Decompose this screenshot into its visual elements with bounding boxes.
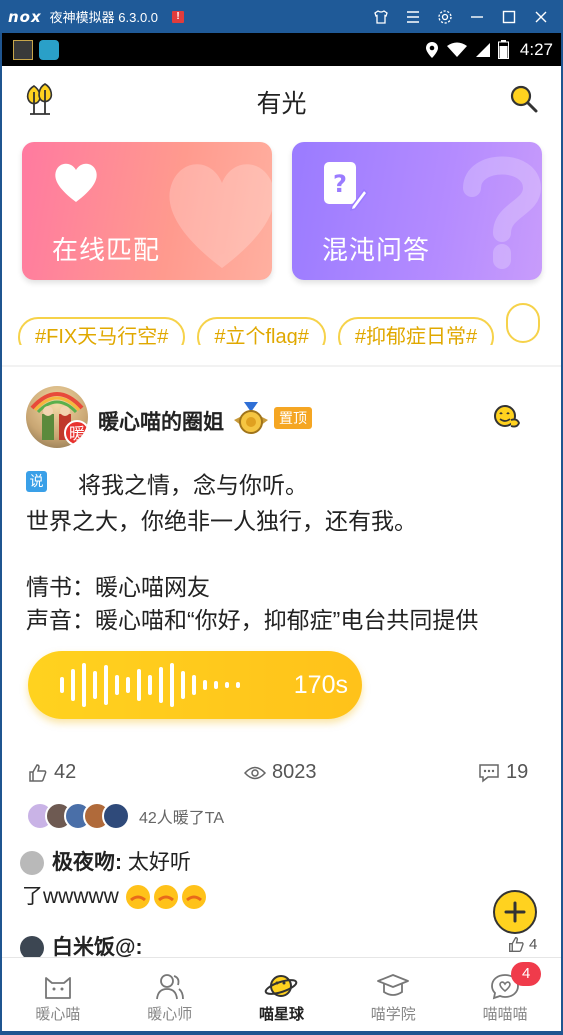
eye-icon bbox=[244, 766, 266, 779]
topic-tag-partial[interactable] bbox=[506, 303, 541, 343]
plus-icon bbox=[504, 901, 526, 923]
chaos-qa-label: 混沌问答 bbox=[322, 235, 431, 265]
menu-icon[interactable] bbox=[397, 0, 429, 33]
emulator-logo: nox bbox=[8, 7, 42, 26]
comment-button[interactable]: 19 bbox=[478, 761, 528, 784]
warning-icon[interactable]: ! bbox=[172, 10, 185, 23]
topic-tag[interactable]: #立个flag# bbox=[197, 317, 326, 345]
emulator-title-bar: nox 夜神模拟器 6.3.0.0 ! bbox=[0, 0, 563, 33]
feature-cards: 在线匹配 ? 混沌问答 bbox=[22, 142, 544, 280]
gear-icon[interactable] bbox=[429, 0, 461, 33]
nav-label: 喵星球 bbox=[258, 1006, 304, 1023]
nav-item-warm-teacher[interactable]: 暖心师 bbox=[114, 958, 226, 1031]
nav-label: 喵喵喵 bbox=[482, 1006, 528, 1023]
cat-icon bbox=[44, 977, 71, 999]
people-icon bbox=[155, 974, 184, 1000]
thumbs-up-icon bbox=[29, 763, 47, 782]
crying-emoji-icon bbox=[125, 885, 206, 910]
comment-separator: : bbox=[135, 936, 143, 959]
nav-item-cat-academy[interactable]: 喵学院 bbox=[337, 958, 449, 1031]
like-count: 42 bbox=[54, 761, 77, 783]
comment-item: 极夜吻: 太好听 bbox=[20, 846, 191, 876]
section-divider bbox=[2, 365, 561, 367]
audio-player[interactable]: 170s bbox=[28, 651, 362, 719]
online-match-label: 在线匹配 bbox=[52, 235, 161, 265]
comment-username[interactable]: 白米饭@ bbox=[52, 936, 135, 959]
thumbs-up-icon bbox=[509, 937, 524, 952]
add-post-button[interactable] bbox=[493, 890, 537, 934]
notification-app-icon bbox=[13, 39, 33, 60]
warmed-count-text: 42人暖了TA bbox=[139, 810, 225, 827]
heart-icon bbox=[55, 163, 97, 202]
avatar bbox=[102, 802, 130, 830]
app-screen: 有光 在线匹配 ? 混沌问答 #FIX天马行空# #立个flag# #抑郁症日常… bbox=[2, 66, 561, 1031]
topic-tag[interactable]: #FIX天马行空# bbox=[18, 317, 186, 345]
topic-tags: #FIX天马行空# #立个flag# #抑郁症日常# bbox=[18, 303, 561, 345]
location-icon bbox=[425, 41, 438, 58]
comment-icon bbox=[479, 763, 499, 783]
comment-like-button[interactable]: 4 bbox=[508, 936, 537, 953]
question-note-icon: ? bbox=[324, 162, 368, 212]
nav-item-messages[interactable]: 喵喵喵 4 bbox=[449, 958, 561, 1031]
comment-separator: : bbox=[115, 851, 122, 874]
android-status-bar: 4:27 bbox=[2, 33, 561, 66]
signal-icon bbox=[475, 42, 490, 57]
online-match-card[interactable]: 在线匹配 bbox=[22, 142, 272, 280]
audio-duration: 170s bbox=[293, 671, 348, 699]
emulator-title: 夜神模拟器 6.3.0.0 bbox=[49, 10, 159, 25]
topic-tag[interactable]: #抑郁症日常# bbox=[337, 317, 495, 345]
svg-text:?: ? bbox=[333, 170, 347, 198]
page-title: 有光 bbox=[256, 90, 307, 118]
tshirt-icon[interactable] bbox=[365, 0, 397, 33]
comment-count: 19 bbox=[506, 761, 529, 783]
avatar[interactable]: 暖 bbox=[26, 386, 88, 448]
pinned-badge: 置顶 bbox=[274, 407, 312, 429]
app-header: 有光 bbox=[2, 66, 561, 134]
chaos-qa-card[interactable]: ? 混沌问答 bbox=[292, 142, 542, 280]
comment-item-continued: 了wwwww bbox=[22, 880, 209, 910]
comment-like-count: 4 bbox=[529, 936, 538, 953]
nav-item-cat-planet[interactable]: 喵星球 bbox=[226, 958, 338, 1031]
post-text-line: 情书：暖心喵网友 bbox=[26, 574, 210, 600]
notification-app-icon bbox=[39, 39, 59, 60]
clock: 4:27 bbox=[519, 39, 553, 59]
comment-username[interactable]: 极夜吻 bbox=[52, 851, 115, 874]
emulator-window: nox 夜神模拟器 6.3.0.0 ! 4:27 有光 在线匹配 ? 混沌问答 … bbox=[0, 0, 563, 1035]
bottom-navigation: 暖心喵 暖心师 喵星球 喵学院 喵喵喵 4 bbox=[2, 957, 561, 1031]
minimize-icon[interactable] bbox=[461, 0, 493, 33]
emoji-reaction-icon[interactable] bbox=[493, 404, 521, 435]
nav-label: 喵学院 bbox=[370, 1006, 416, 1023]
close-icon[interactable] bbox=[525, 0, 557, 33]
nav-item-warm-cat[interactable]: 暖心喵 bbox=[2, 958, 114, 1031]
search-icon[interactable] bbox=[509, 84, 539, 119]
planet-icon bbox=[265, 975, 298, 997]
comment-text: 太好听 bbox=[122, 851, 191, 874]
say-badge: 说 bbox=[26, 471, 47, 492]
battery-icon bbox=[497, 40, 509, 59]
post-text-line: 世界之大，你绝非一人独行，还有我。 bbox=[26, 508, 417, 534]
window-controls bbox=[365, 0, 557, 33]
post-stats: 42 8023 19 bbox=[26, 761, 536, 791]
post-text-line: 将我之情，念与你听。 bbox=[78, 472, 308, 498]
status-icons: 4:27 bbox=[425, 33, 553, 66]
graduation-cap-icon bbox=[377, 974, 410, 996]
question-decoration-icon bbox=[463, 156, 542, 269]
waveform-icon bbox=[60, 663, 240, 707]
unread-badge: 4 bbox=[511, 962, 542, 986]
nav-label: 暖心师 bbox=[147, 1006, 193, 1023]
medal-icon bbox=[232, 400, 270, 441]
comment-text: 了wwwww bbox=[22, 885, 119, 908]
views-stat: 8023 bbox=[244, 761, 317, 784]
heart-decoration-icon bbox=[169, 164, 272, 268]
view-count: 8023 bbox=[272, 761, 317, 783]
post-text-line: 声音：暖心喵和“你好，抑郁症”电台共同提供 bbox=[26, 607, 479, 633]
nav-label: 暖心喵 bbox=[35, 1006, 81, 1023]
username[interactable]: 暖心喵的圈姐 bbox=[98, 406, 224, 436]
maximize-icon[interactable] bbox=[493, 0, 525, 33]
like-button[interactable]: 42 bbox=[28, 761, 76, 784]
warm-badge: 暖 bbox=[64, 420, 88, 446]
warmed-users[interactable]: 42人暖了TA bbox=[26, 801, 224, 831]
avatar bbox=[20, 851, 44, 876]
wifi-icon bbox=[446, 42, 467, 57]
